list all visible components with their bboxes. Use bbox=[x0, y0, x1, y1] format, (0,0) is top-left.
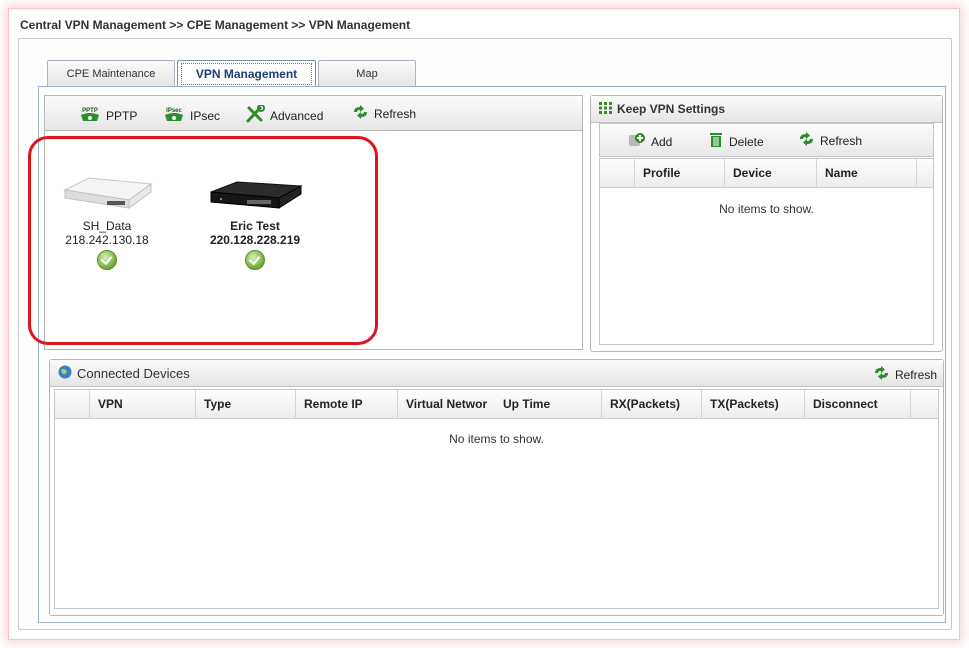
advanced-label: Advanced bbox=[270, 108, 324, 123]
status-ok-icon bbox=[97, 250, 117, 270]
connected-grid: VPN Type Remote IP Virtual Networ Up Tim… bbox=[54, 389, 939, 609]
grid-header: VPN Type Remote IP Virtual Networ Up Tim… bbox=[55, 390, 938, 419]
device-name: Eric Test bbox=[230, 219, 280, 233]
ipsec-label: IPsec bbox=[190, 108, 221, 123]
connected-refresh-button[interactable]: Refresh bbox=[873, 366, 937, 383]
connected-devices-panel: Connected Devices Refresh VPN Type Remot… bbox=[49, 359, 944, 616]
column-header[interactable]: VPN bbox=[89, 390, 195, 418]
delete-button[interactable]: Delete bbox=[708, 132, 764, 151]
keep-vpn-header: Keep VPN Settings bbox=[591, 96, 942, 123]
column-header[interactable]: Disconnect bbox=[804, 390, 910, 418]
column-header[interactable]: Virtual Networ bbox=[397, 390, 501, 418]
tab-cpe-maintenance[interactable]: CPE Maintenance bbox=[47, 60, 175, 87]
connected-title: Connected Devices bbox=[77, 365, 190, 381]
keep-vpn-refresh-button[interactable]: Refresh bbox=[798, 132, 862, 149]
grid-header: Profile Device Name bbox=[600, 159, 933, 188]
refresh-icon bbox=[352, 105, 369, 122]
column-header[interactable]: Device bbox=[724, 159, 816, 187]
refresh-label: Refresh bbox=[894, 367, 937, 382]
keep-vpn-toolbar: Add Delete Refresh bbox=[599, 123, 934, 157]
router-icon bbox=[207, 181, 303, 219]
tab-vpn-management[interactable]: VPN Management bbox=[177, 60, 316, 88]
add-button[interactable]: Add bbox=[628, 132, 672, 151]
add-icon bbox=[628, 132, 646, 151]
globe-icon bbox=[58, 365, 72, 382]
keep-vpn-panel: Keep VPN Settings Add Delete Refresh Pro… bbox=[590, 95, 943, 352]
device-ip: 218.242.130.18 bbox=[65, 233, 149, 247]
ipsec-button[interactable]: IPsec IPsec bbox=[163, 105, 220, 126]
tab-label: VPN Management bbox=[195, 67, 298, 81]
add-label: Add bbox=[651, 134, 673, 149]
breadcrumb: Central VPN Management >> CPE Management… bbox=[20, 18, 411, 32]
empty-message: No items to show. bbox=[449, 432, 544, 446]
keep-vpn-grid: Profile Device Name No items to show. bbox=[599, 158, 934, 345]
grid-icon bbox=[599, 101, 613, 117]
tools-icon bbox=[245, 104, 265, 126]
tab-label: Map bbox=[356, 68, 378, 80]
column-header[interactable]: Type bbox=[195, 390, 295, 418]
pptp-button[interactable]: PPTP PPTP bbox=[79, 105, 137, 126]
device-ip: 220.128.228.219 bbox=[209, 233, 301, 247]
device-name: SH_Data bbox=[82, 219, 132, 233]
column-header-spacer bbox=[910, 390, 940, 418]
refresh-label: Refresh bbox=[820, 133, 863, 148]
column-header[interactable]: Remote IP bbox=[295, 390, 397, 418]
advanced-button[interactable]: Advanced bbox=[245, 104, 324, 126]
tab-content: PPTP PPTP IPsec IPsec Advanced Refresh S… bbox=[38, 86, 946, 623]
device-sh-data[interactable]: SH_Data 218.242.130.18 bbox=[47, 156, 167, 273]
device-panel: PPTP PPTP IPsec IPsec Advanced Refresh S… bbox=[44, 95, 583, 350]
column-header[interactable]: Profile bbox=[634, 159, 724, 187]
tab-map[interactable]: Map bbox=[318, 60, 416, 87]
column-header[interactable]: Up Time bbox=[501, 390, 601, 418]
tab-label: CPE Maintenance bbox=[66, 68, 156, 80]
connected-header: Connected Devices Refresh bbox=[50, 360, 943, 387]
ipsec-icon: IPsec bbox=[163, 105, 185, 126]
status-ok-icon bbox=[245, 250, 265, 270]
column-header[interactable]: RX(Packets) bbox=[601, 390, 701, 418]
device-eric-test[interactable]: Eric Test 220.128.228.219 bbox=[195, 156, 315, 273]
delete-label: Delete bbox=[729, 134, 764, 149]
pptp-label: PPTP bbox=[106, 108, 138, 123]
pptp-icon: PPTP bbox=[79, 105, 101, 126]
refresh-icon bbox=[873, 366, 890, 383]
refresh-button[interactable]: Refresh bbox=[352, 105, 416, 122]
column-header-spacer bbox=[916, 159, 933, 187]
column-header[interactable]: TX(Packets) bbox=[701, 390, 804, 418]
refresh-label: Refresh bbox=[374, 106, 417, 121]
keep-vpn-title: Keep VPN Settings bbox=[617, 102, 726, 116]
device-toolbar: PPTP PPTP IPsec IPsec Advanced Refresh bbox=[45, 96, 582, 131]
router-icon bbox=[59, 177, 155, 219]
trash-icon bbox=[708, 132, 724, 151]
refresh-icon bbox=[798, 132, 815, 149]
empty-message: No items to show. bbox=[719, 202, 814, 216]
column-header[interactable]: Name bbox=[816, 159, 916, 187]
